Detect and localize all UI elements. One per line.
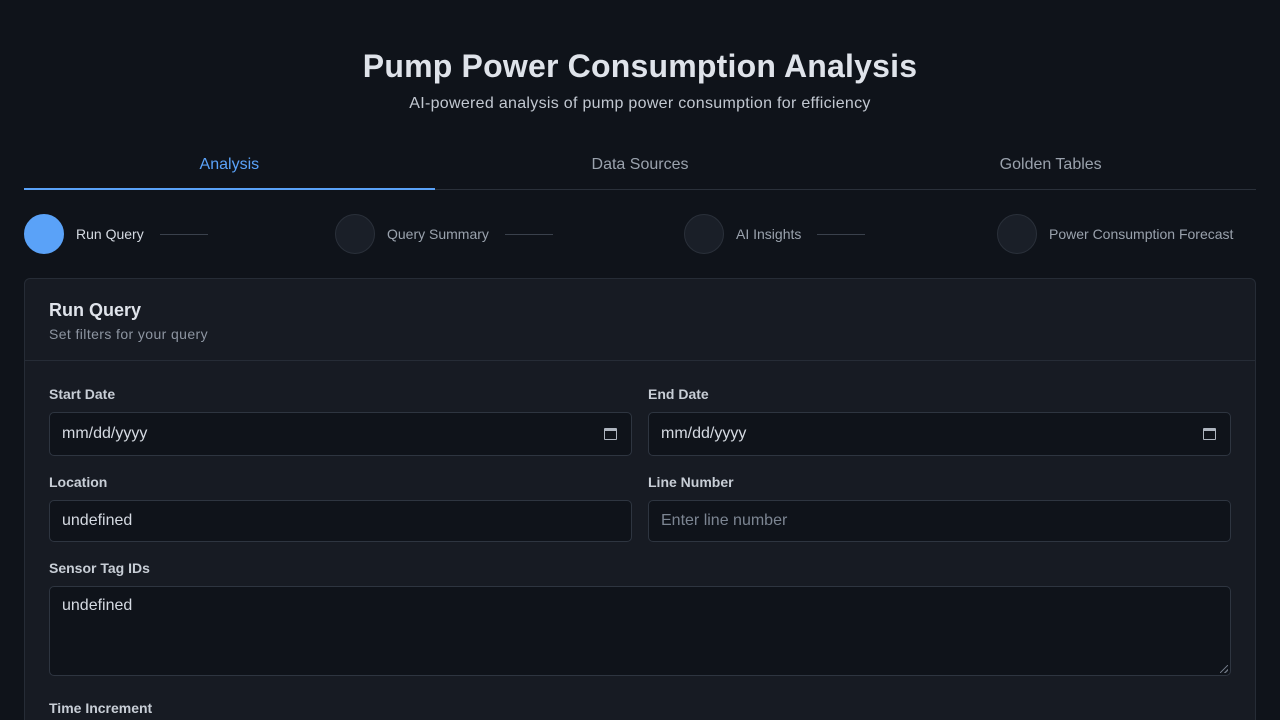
end-date-value: mm/dd/yyyy [661, 425, 747, 442]
card-subtitle: Set filters for your query [49, 326, 209, 342]
page-subtitle: AI-powered analysis of pump power consum… [409, 95, 871, 112]
start-date-label: Start Date [49, 386, 116, 402]
tab-bar: Analysis Data Sources Golden Tables [24, 140, 1256, 190]
sensor-tag-ids-value: undefined [62, 597, 133, 614]
page: Pump Power Consumption Analysis AI-power… [0, 0, 1280, 720]
location-label: Location [49, 474, 108, 490]
step-power-consumption-forecast[interactable]: Power Consumption Forecast [997, 214, 1233, 254]
step-label: Run Query [76, 226, 144, 242]
location-value: undefined [62, 512, 133, 529]
step-label: Query Summary [387, 226, 489, 242]
time-increment-label: Time Increment [49, 700, 153, 716]
card-header: Run Query Set filters for your query [25, 279, 1255, 361]
stepper: Run Query Query Summary AI Insights Powe… [24, 214, 1256, 254]
calendar-icon[interactable] [1203, 428, 1216, 440]
step-run-query[interactable]: Run Query [24, 214, 208, 254]
line-number-placeholder: Enter line number [661, 512, 788, 529]
step-connector [504, 233, 553, 235]
run-query-card: Run Query Set filters for your query Sta… [24, 278, 1256, 720]
calendar-icon[interactable] [604, 428, 617, 440]
step-indicator [997, 214, 1037, 254]
page-title: Pump Power Consumption Analysis [362, 48, 918, 84]
step-label: Power Consumption Forecast [1049, 226, 1234, 242]
step-connector [817, 233, 866, 235]
page-header: Pump Power Consumption Analysis AI-power… [0, 46, 1280, 114]
step-indicator [335, 214, 375, 254]
line-number-input[interactable]: Enter line number [648, 500, 1231, 542]
tab-analysis[interactable]: Analysis [24, 140, 435, 190]
step-connector [159, 233, 208, 235]
end-date-input[interactable]: mm/dd/yyyy [648, 412, 1231, 456]
end-date-label: End Date [648, 386, 709, 402]
location-input[interactable]: undefined [49, 500, 632, 542]
step-query-summary[interactable]: Query Summary [335, 214, 553, 254]
step-ai-insights[interactable]: AI Insights [684, 214, 866, 254]
start-date-value: mm/dd/yyyy [62, 425, 148, 442]
step-indicator [684, 214, 724, 254]
resize-handle[interactable] [1220, 665, 1228, 673]
step-label: AI Insights [736, 226, 802, 242]
sensor-tag-ids-label: Sensor Tag IDs [49, 560, 150, 576]
step-indicator [24, 214, 64, 254]
card-title: Run Query [49, 300, 142, 320]
tab-data-sources[interactable]: Data Sources [435, 140, 846, 189]
tab-golden-tables[interactable]: Golden Tables [845, 140, 1256, 189]
line-number-label: Line Number [648, 474, 734, 490]
start-date-input[interactable]: mm/dd/yyyy [49, 412, 632, 456]
sensor-tag-ids-textarea[interactable]: undefined [49, 586, 1231, 676]
